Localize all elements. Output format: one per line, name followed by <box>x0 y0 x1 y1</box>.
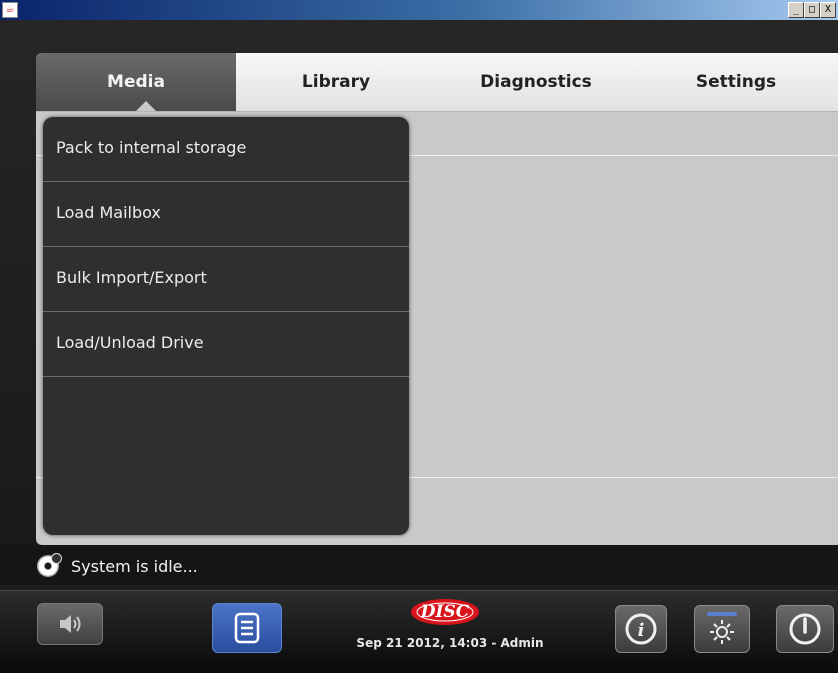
disc-logo: DISC <box>397 597 493 627</box>
close-button[interactable]: X <box>820 2 836 18</box>
media-dropdown-menu: Pack to internal storage Load Mailbox Bu… <box>43 117 409 535</box>
java-app-icon: ☕ <box>2 2 18 18</box>
menu-item-load-mailbox[interactable]: Load Mailbox <box>43 182 409 247</box>
maximize-button[interactable]: □ <box>804 2 820 18</box>
brightness-icon <box>707 612 737 644</box>
tab-settings[interactable]: Settings <box>636 53 836 111</box>
tab-diagnostics[interactable]: Diagnostics <box>436 53 636 111</box>
info-button[interactable]: i <box>615 605 667 653</box>
status-text: System is idle... <box>71 557 198 576</box>
date-time-user: Sep 21 2012, 14:03 - Admin <box>356 636 544 650</box>
power-icon <box>789 613 821 645</box>
menu-item-pack-to-internal-storage[interactable]: Pack to internal storage <box>43 117 409 182</box>
menu-item-load-unload-drive[interactable]: Load/Unload Drive <box>43 312 409 377</box>
tab-bar: Media Library Diagnostics Settings <box>36 53 838 112</box>
logo-text: DISC <box>420 602 470 622</box>
minimize-button[interactable]: _ <box>788 2 804 18</box>
disc-icon <box>37 553 62 577</box>
document-list-button[interactable] <box>212 603 282 653</box>
tab-library[interactable]: Library <box>236 53 436 111</box>
active-tab-pointer <box>136 101 156 111</box>
brightness-button[interactable] <box>694 605 750 653</box>
svg-text:i: i <box>638 620 645 641</box>
window-title-bar: ☕ _ □ X <box>0 0 838 20</box>
power-button[interactable] <box>776 605 834 653</box>
speaker-icon <box>60 615 81 633</box>
volume-button[interactable] <box>37 603 103 645</box>
document-list-icon <box>234 612 260 644</box>
bottom-strip <box>0 666 838 673</box>
info-icon: i <box>625 613 657 645</box>
menu-item-bulk-import-export[interactable]: Bulk Import/Export <box>43 247 409 312</box>
